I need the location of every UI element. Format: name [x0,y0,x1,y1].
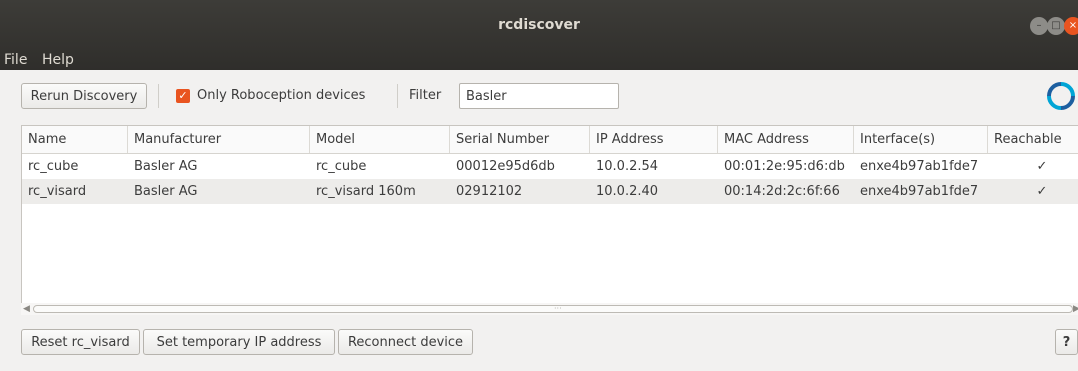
set-temporary-ip-button[interactable]: Set temporary IP address [143,329,335,355]
maximize-icon[interactable]: □ [1047,17,1065,35]
column-header-mac[interactable]: MAC Address [718,126,854,153]
window-titlebar: rcdiscover – □ × File Help [0,0,1078,70]
column-header-name[interactable]: Name [22,126,128,153]
cell-model: rc_visard 160m [316,184,416,199]
cell-serial: 02912102 [456,184,523,199]
table-header: Name Manufacturer Model Serial Number IP… [22,126,1078,154]
minimize-icon[interactable]: – [1030,17,1048,35]
column-header-manufacturer[interactable]: Manufacturer [128,126,310,153]
close-icon[interactable]: × [1064,17,1078,35]
cell-ip: 10.0.2.54 [596,159,659,174]
cell-ip: 10.0.2.40 [596,184,659,199]
table-row[interactable]: rc_visard Basler AG rc_visard 160m 02912… [22,179,1078,204]
column-header-interfaces[interactable]: Interface(s) [854,126,988,153]
menu-help[interactable]: Help [42,52,74,68]
scrollbar-grip-icon: ··· [554,304,562,313]
toolbar-separator [397,84,398,108]
cell-manufacturer: Basler AG [134,159,198,174]
filter-input[interactable] [459,83,619,109]
scrollbar-thumb[interactable]: ··· [33,304,1073,313]
cell-interfaces: enxe4b97ab1fde7 [860,184,979,199]
column-header-reachable[interactable]: Reachable [988,126,1078,153]
help-button[interactable]: ? [1055,329,1078,355]
scroll-right-icon[interactable]: ▶ [1073,303,1078,315]
window-title: rcdiscover [498,17,580,33]
table-row[interactable]: rc_cube Basler AG rc_cube 00012e95d6db 1… [22,154,1078,179]
roboception-logo-icon [1047,82,1075,110]
only-roboception-label: Only Roboception devices [197,88,366,103]
cell-mac: 00:01:2e:95:d6:db [724,159,845,174]
cell-name: rc_cube [28,159,79,174]
cell-reachable-check-icon: ✓ [1036,159,1048,174]
cell-interfaces: enxe4b97ab1fde7 [860,159,979,174]
scroll-left-icon[interactable]: ◀ [23,303,30,315]
horizontal-scrollbar[interactable]: ◀ ··· ▶ [21,303,1078,315]
reset-rc-visard-button[interactable]: Reset rc_visard [21,329,140,355]
cell-reachable-check-icon: ✓ [1036,184,1048,199]
column-header-serial[interactable]: Serial Number [450,126,590,153]
menu-file[interactable]: File [4,52,27,68]
column-header-model[interactable]: Model [310,126,450,153]
cell-name: rc_visard [28,184,87,199]
cell-serial: 00012e95d6db [456,159,555,174]
device-table[interactable]: Name Manufacturer Model Serial Number IP… [21,125,1078,315]
only-roboception-checkbox[interactable]: ✓ [176,89,190,103]
toolbar-separator [158,84,159,108]
column-header-ip[interactable]: IP Address [590,126,718,153]
rerun-discovery-button[interactable]: Rerun Discovery [21,83,147,109]
cell-manufacturer: Basler AG [134,184,198,199]
filter-label: Filter [409,88,442,103]
cell-mac: 00:14:2d:2c:6f:66 [724,184,840,199]
cell-model: rc_cube [316,159,367,174]
reconnect-device-button[interactable]: Reconnect device [338,329,473,355]
